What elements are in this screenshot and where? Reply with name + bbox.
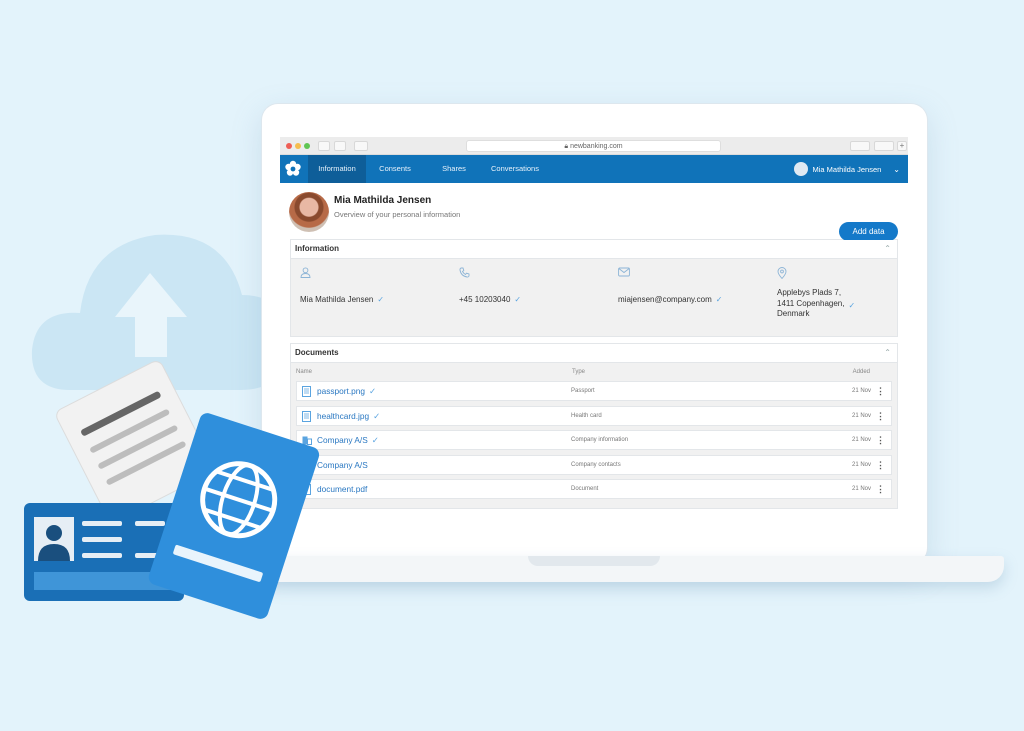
- chevron-up-icon[interactable]: ⌃: [884, 240, 891, 258]
- browser-toolbar: 🔒︎ newbanking.com +: [280, 137, 908, 155]
- section-title: Information: [295, 244, 339, 253]
- browser-window: 🔒︎ newbanking.com + Information Consents…: [280, 137, 908, 509]
- forward-button[interactable]: [334, 141, 346, 151]
- information-header[interactable]: Information ⌃: [291, 240, 897, 258]
- image-file-icon: [302, 386, 311, 397]
- document-link[interactable]: Company A/S: [317, 460, 368, 470]
- tabs-button[interactable]: [874, 141, 894, 151]
- document-added: 21 Nov: [851, 461, 871, 468]
- url-text: newbanking.com: [570, 143, 623, 150]
- document-type: Document: [571, 486, 599, 493]
- avatar: [793, 162, 808, 176]
- table-header: Name Type Added: [296, 363, 892, 381]
- documents-section: Documents ⌃ Name Type Added passport.png…: [290, 343, 898, 509]
- table-row[interactable]: Company A/S Company contacts 21 Nov ⋮: [296, 454, 892, 475]
- address-line: Denmark: [777, 309, 810, 318]
- document-link[interactable]: document.pdf: [317, 484, 367, 494]
- sidebar-toggle-button[interactable]: [354, 141, 368, 151]
- info-phone: +45 10203040 ✓: [459, 267, 609, 306]
- info-address: Applebys Plads 7, 1411 Copenhagen, ✓ Denm…: [777, 267, 887, 320]
- document-type: Company contacts: [571, 461, 621, 468]
- table-row[interactable]: healthcard.jpg ✓ Health card 21 Nov ⋮: [296, 405, 892, 426]
- flower-logo-icon: [285, 160, 301, 176]
- info-name: Mia Mathilda Jensen ✓: [300, 267, 450, 306]
- location-pin-icon: [777, 267, 887, 283]
- info-email: miajensen@company.com ✓: [618, 267, 778, 306]
- close-window-dot[interactable]: [286, 143, 292, 149]
- document-icon: [302, 484, 311, 496]
- document-type: Passport: [571, 388, 595, 394]
- document-type: Health card: [571, 412, 602, 419]
- mail-icon: [618, 267, 778, 283]
- more-vertical-icon[interactable]: ⋮: [876, 433, 885, 447]
- document-link[interactable]: passport.png ✓: [317, 386, 376, 396]
- information-section: Information ⌃ Mia Mathilda Jensen ✓ +45 1…: [290, 239, 898, 337]
- add-data-button[interactable]: Add data: [839, 222, 898, 241]
- checkmark-icon: ✓: [368, 386, 376, 396]
- laptop-notch: [528, 556, 660, 566]
- profile-photo: [289, 192, 329, 232]
- phone-icon: [459, 267, 609, 283]
- share-button[interactable]: [850, 141, 870, 151]
- user-icon: [300, 267, 450, 283]
- address-line: 1411 Copenhagen,: [777, 298, 845, 308]
- image-file-icon: [302, 410, 311, 422]
- tab-consents[interactable]: Consents: [370, 155, 420, 183]
- information-body: Mia Mathilda Jensen ✓ +45 10203040 ✓ miaje…: [291, 258, 897, 336]
- document-added: 21 Nov: [851, 486, 871, 493]
- table-row[interactable]: Company A/S ✓ Company information 21 Nov …: [296, 430, 892, 451]
- more-vertical-icon[interactable]: ⋮: [876, 482, 885, 496]
- checkmark-icon: ✓: [715, 295, 723, 304]
- contacts-icon: [302, 460, 311, 471]
- more-vertical-icon[interactable]: ⋮: [876, 458, 885, 472]
- checkmark-icon: ✓: [848, 300, 856, 310]
- document-added: 21 Nov: [851, 437, 871, 444]
- checkmark-icon: ✓: [514, 295, 522, 304]
- documents-header[interactable]: Documents ⌃: [291, 344, 897, 362]
- more-vertical-icon[interactable]: ⋮: [876, 409, 885, 423]
- tab-information[interactable]: Information: [308, 155, 366, 183]
- document-added: 21 Nov: [851, 412, 871, 419]
- page-subtitle: Overview of your personal information: [334, 210, 461, 219]
- tab-conversations[interactable]: Conversations: [485, 155, 545, 183]
- column-header-name[interactable]: Name: [296, 369, 312, 375]
- checkmark-icon: ✓: [371, 435, 379, 446]
- document-link[interactable]: Company A/S ✓: [317, 435, 379, 445]
- app-navbar: Information Consents Shares Conversation…: [280, 155, 908, 183]
- checkmark-icon: ✓: [377, 295, 385, 304]
- document-type: Company information: [571, 437, 629, 444]
- info-value: +45 10203040: [459, 295, 511, 304]
- chevron-up-icon[interactable]: ⌃: [884, 344, 891, 362]
- chevron-down-icon: ⌄: [893, 164, 900, 174]
- section-title: Documents: [295, 348, 339, 357]
- info-value: Mia Mathilda Jensen: [300, 295, 374, 304]
- app-logo[interactable]: [280, 155, 306, 183]
- document-link[interactable]: healthcard.jpg ✓: [317, 411, 380, 421]
- page-title: Mia Mathilda Jensen: [334, 195, 432, 206]
- address-bar[interactable]: 🔒︎ newbanking.com: [466, 140, 721, 152]
- table-row[interactable]: document.pdf Document 21 Nov ⋮: [296, 479, 892, 500]
- back-button[interactable]: [318, 141, 330, 151]
- checkmark-icon: ✓: [373, 410, 381, 421]
- user-name: Mia Mathilda Jensen: [812, 164, 882, 174]
- maximize-window-dot[interactable]: [304, 143, 310, 149]
- building-icon: [302, 435, 312, 446]
- more-vertical-icon[interactable]: ⋮: [876, 384, 885, 398]
- tab-shares[interactable]: Shares: [433, 155, 475, 183]
- table-row[interactable]: passport.png ✓ Passport 21 Nov ⋮: [296, 381, 892, 401]
- profile-header: Mia Mathilda Jensen Overview of your per…: [280, 183, 908, 241]
- address-line: Applebys Plads 7,: [777, 288, 842, 297]
- id-card-illustration: [24, 503, 184, 601]
- column-header-added[interactable]: Added: [853, 369, 870, 375]
- column-header-type[interactable]: Type: [572, 369, 585, 375]
- documents-table: Name Type Added passport.png ✓ Passport 2…: [291, 362, 897, 508]
- user-menu[interactable]: Mia Mathilda Jensen ⌄: [793, 155, 900, 183]
- minimize-window-dot[interactable]: [295, 143, 301, 149]
- new-tab-button[interactable]: +: [897, 141, 907, 151]
- cloud-upload-illustration: [31, 234, 289, 390]
- info-value: miajensen@company.com: [618, 295, 712, 304]
- document-added: 21 Nov: [851, 388, 871, 394]
